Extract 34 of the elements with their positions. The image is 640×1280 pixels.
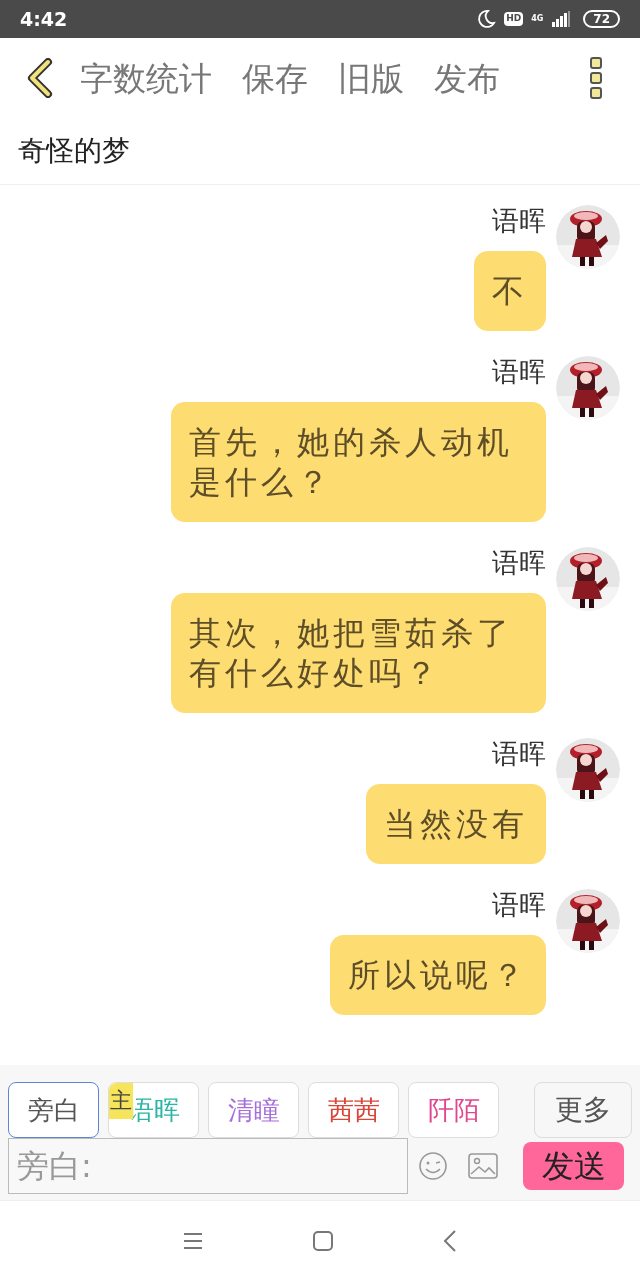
role-tab[interactable]: 阡陌 [408, 1082, 499, 1138]
message-bubble: 当然没有 [366, 784, 546, 864]
story-title: 奇怪的梦 [18, 133, 130, 169]
send-button[interactable]: 发送 [523, 1142, 624, 1190]
sender-name: 语晖 [492, 889, 546, 921]
toolbar-action[interactable]: 字数统计 [80, 61, 212, 95]
more-menu-icon[interactable] [590, 57, 602, 99]
sender-name: 语晖 [492, 356, 546, 388]
toolbar-action[interactable]: 保存 [242, 61, 308, 95]
message-bubble: 所以说呢？ [330, 935, 546, 1015]
moon-icon [476, 9, 497, 29]
sender-name: 语晖 [492, 205, 546, 237]
message-bubble: 不 [474, 251, 546, 331]
toolbar-action[interactable]: 旧版 [338, 61, 404, 95]
status-time: 4:42 [20, 6, 68, 32]
role-tab[interactable]: 茜茜 [308, 1082, 399, 1138]
image-icon[interactable] [468, 1153, 498, 1179]
network-label: 4G [531, 13, 544, 25]
hd-badge: HD [504, 12, 524, 26]
battery-indicator: 72 [583, 10, 620, 28]
message-input[interactable]: 旁白: [8, 1138, 408, 1194]
home-icon[interactable] [313, 1230, 333, 1251]
sender-name: 语晖 [492, 738, 546, 770]
signal-icon [551, 11, 572, 27]
message-bubble: 其次，她把雪茹杀了有什么好处吗？ [171, 593, 546, 713]
menu-icon[interactable] [183, 1231, 203, 1250]
toolbar-action[interactable]: 发布 [434, 61, 500, 95]
role-tab[interactable]: 旁白 [8, 1082, 99, 1138]
sender-name: 语晖 [492, 547, 546, 579]
more-roles-button[interactable]: 更多 [534, 1082, 632, 1138]
back-icon[interactable] [443, 1229, 457, 1252]
role-tab[interactable]: 清瞳 [208, 1082, 299, 1138]
emoji-icon[interactable] [418, 1151, 448, 1181]
message-bubble: 首先，她的杀人动机是什么？ [171, 402, 546, 522]
